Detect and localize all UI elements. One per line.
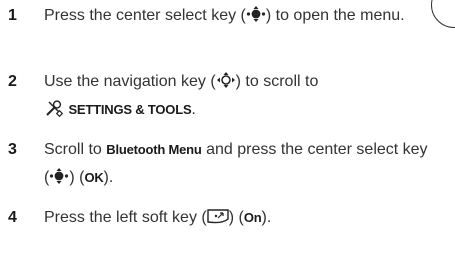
step-text: Press the center select key ( ) to open …: [44, 6, 405, 24]
menu-label: SETTINGS & TOOLS: [68, 102, 192, 117]
step-number: 3: [8, 141, 17, 158]
step-number: 1: [8, 7, 17, 24]
step-number: 2: [8, 73, 17, 90]
page-corner-decoration: [431, 0, 455, 28]
step-text: Press the left soft key ( ) (On).: [44, 209, 272, 226]
key-label: On: [243, 210, 262, 225]
step-number: 4: [8, 209, 17, 226]
key-label: OK: [84, 170, 104, 185]
center-select-key-icon: [246, 6, 265, 22]
settings-tools-icon: [46, 100, 64, 117]
step-text: Use the navigation key ( ) to scroll to …: [44, 72, 319, 118]
left-soft-key-icon: [207, 209, 229, 224]
center-select-key-icon: [50, 168, 69, 184]
menu-label: Bluetooth Menu: [106, 142, 202, 157]
navigation-key-icon: [216, 72, 235, 88]
step-text: Scroll to Bluetooth Menu and press the c…: [44, 141, 428, 186]
